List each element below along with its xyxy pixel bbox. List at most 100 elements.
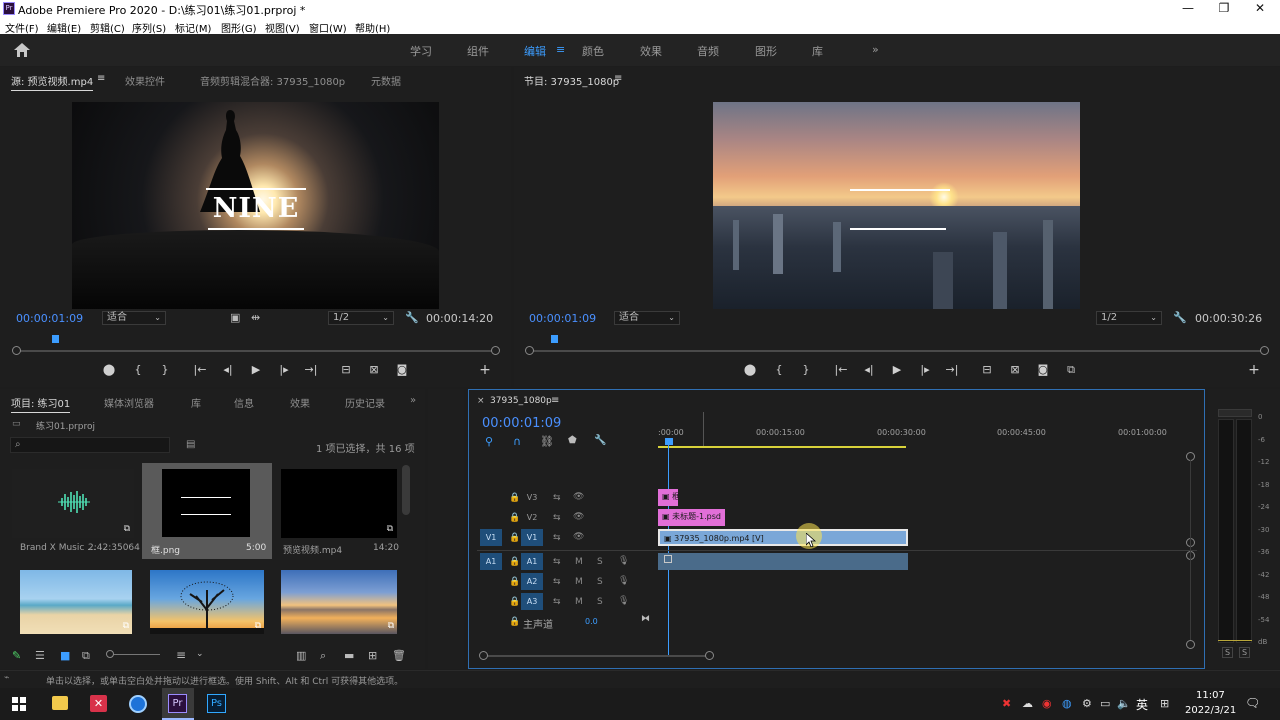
- tray-icon-app2[interactable]: ☁: [1022, 697, 1033, 710]
- icon-view-icon[interactable]: ■: [60, 649, 70, 662]
- sync-lock-icon[interactable]: ⇆: [553, 493, 561, 503]
- lock-icon[interactable]: 🔒: [509, 557, 520, 567]
- meter-solo-left[interactable]: S: [1222, 647, 1234, 658]
- lift-button[interactable]: ⊟: [979, 363, 995, 376]
- menu-view[interactable]: 视图(V): [265, 20, 300, 35]
- lock-icon[interactable]: 🔒: [509, 513, 520, 523]
- eye-icon[interactable]: 👁: [573, 512, 584, 522]
- premiere-app-icon[interactable]: Pr: [168, 694, 187, 713]
- project-item-preview-video[interactable]: ⧉: [281, 469, 397, 538]
- export-frame-button[interactable]: ◙: [1035, 363, 1051, 376]
- safe-margins-icon[interactable]: ▣: [230, 311, 240, 324]
- track-label-v3[interactable]: V3: [521, 489, 543, 506]
- wrench-icon[interactable]: 🔧: [1173, 311, 1187, 324]
- solo-button[interactable]: S: [597, 557, 603, 567]
- lock-icon[interactable]: 🔒: [509, 493, 520, 503]
- clip-37935-video[interactable]: ▣ 37935_1080p.mp4 [V]: [658, 529, 908, 546]
- sync-lock-icon[interactable]: ⇆: [553, 577, 561, 587]
- home-icon[interactable]: [14, 43, 30, 57]
- tab-effects[interactable]: 效果: [290, 395, 310, 410]
- solo-button[interactable]: S: [597, 577, 603, 587]
- comparison-view-button[interactable]: ⧉: [1063, 363, 1079, 377]
- clock-time[interactable]: 11:07: [1196, 690, 1225, 701]
- project-item-lake[interactable]: ⧉: [281, 570, 397, 634]
- program-scroll-end[interactable]: [1260, 346, 1269, 355]
- extract-button[interactable]: ⊠: [1007, 363, 1023, 376]
- insert-button[interactable]: ⊟: [338, 363, 354, 376]
- list-view-icon[interactable]: ☰: [35, 649, 45, 662]
- sync-lock-icon[interactable]: ⇆: [553, 513, 561, 523]
- source-scroll-start[interactable]: [12, 346, 21, 355]
- tab-info[interactable]: 信息: [234, 395, 254, 410]
- sync-lock-icon[interactable]: ⇆: [553, 597, 561, 607]
- microphone-icon[interactable]: 🎙: [618, 596, 629, 606]
- mute-button[interactable]: M: [575, 597, 583, 607]
- eye-icon[interactable]: 👁: [573, 492, 584, 502]
- add-marker-button[interactable]: ⬤: [742, 363, 758, 376]
- mark-in-button[interactable]: {: [771, 363, 787, 376]
- program-video-viewer[interactable]: [713, 102, 1080, 309]
- menu-graphics[interactable]: 图形(G): [221, 20, 257, 35]
- go-to-out-button[interactable]: →|: [303, 363, 319, 376]
- meter-solo-right[interactable]: S: [1239, 647, 1251, 658]
- add-marker-icon[interactable]: ⬟: [568, 435, 577, 446]
- notification-icon[interactable]: 🗨: [1245, 696, 1260, 710]
- lock-icon[interactable]: 🔒: [509, 533, 520, 543]
- find-icon[interactable]: ⌕: [320, 649, 326, 663]
- project-more-button[interactable]: »: [410, 395, 416, 406]
- tray-icon-app1[interactable]: ✖: [1002, 697, 1011, 710]
- zoom-slider-knob[interactable]: [106, 650, 114, 658]
- tab-program[interactable]: 节目: 37935_1080p: [524, 73, 619, 88]
- program-resolution-dropdown[interactable]: 1/2 ⌄: [1096, 311, 1162, 325]
- timeline-timecode[interactable]: 00:00:01:09: [482, 416, 561, 431]
- step-forward-button[interactable]: |▸: [276, 363, 292, 376]
- clip-frame-png[interactable]: ▣ 框: [658, 489, 678, 506]
- add-marker-button[interactable]: ⬤: [101, 363, 117, 376]
- source-panel-menu-icon[interactable]: ≡: [97, 73, 105, 86]
- workspace-menu-icon[interactable]: ≡: [556, 43, 565, 56]
- sync-lock-icon[interactable]: ⇆: [553, 533, 561, 543]
- new-bin-icon[interactable]: ▬: [344, 649, 354, 662]
- workspace-editing[interactable]: 编辑: [524, 43, 546, 59]
- time-ruler[interactable]: :00:00 00:00:15:00 00:00:30:00 00:00:45:…: [658, 428, 1188, 446]
- timeline-settings-icon[interactable]: 🔧: [594, 435, 606, 446]
- work-area-bar[interactable]: [658, 446, 906, 448]
- restore-button[interactable]: ❐: [1206, 0, 1242, 18]
- program-panel-menu-icon[interactable]: ≡: [614, 73, 622, 84]
- eye-icon[interactable]: 👁: [573, 532, 584, 542]
- browser-app-icon[interactable]: [129, 695, 147, 713]
- source-scroll-end[interactable]: [491, 346, 500, 355]
- chevron-down-icon[interactable]: ⌄: [196, 649, 204, 659]
- menu-sequence[interactable]: 序列(S): [132, 20, 166, 35]
- ime-indicator[interactable]: 英: [1136, 696, 1148, 713]
- xmind-app-icon[interactable]: ✕: [90, 695, 107, 712]
- mute-button[interactable]: M: [575, 577, 583, 587]
- timeline-hscroll-end[interactable]: [705, 651, 714, 660]
- mark-out-button[interactable]: }: [157, 363, 173, 376]
- menu-marker[interactable]: 标记(M): [175, 20, 211, 35]
- wrench-icon[interactable]: 🔧: [405, 311, 419, 324]
- program-add-button[interactable]: +: [1246, 362, 1262, 378]
- export-frame-button[interactable]: ◙: [394, 363, 410, 376]
- source-scrubber[interactable]: [16, 350, 495, 352]
- project-item-tree[interactable]: ⧉: [150, 570, 264, 634]
- step-back-button[interactable]: ◂|: [220, 363, 236, 376]
- pencil-icon[interactable]: ✎: [12, 649, 21, 662]
- program-fit-dropdown[interactable]: 适合 ⌄: [614, 311, 680, 325]
- mark-out-button[interactable]: }: [798, 363, 814, 376]
- tab-audio-clip-mixer[interactable]: 音频剪辑混合器: 37935_1080p: [200, 73, 345, 88]
- microphone-icon[interactable]: 🎙: [618, 576, 629, 586]
- tray-icon-record[interactable]: ◉: [1042, 697, 1052, 710]
- linked-selection-icon[interactable]: ⛓: [540, 435, 554, 448]
- go-to-in-button[interactable]: |←: [192, 363, 208, 376]
- source-fit-dropdown[interactable]: 适合 ⌄: [102, 311, 166, 325]
- new-bin-from-search-icon[interactable]: ▤: [186, 439, 195, 450]
- tab-metadata[interactable]: 元数据: [371, 73, 401, 88]
- photoshop-app-icon[interactable]: Ps: [207, 694, 226, 713]
- workspace-effects[interactable]: 效果: [640, 43, 662, 59]
- mark-in-button[interactable]: {: [130, 363, 146, 376]
- source-add-button[interactable]: +: [477, 362, 493, 378]
- program-scrubber[interactable]: [529, 350, 1264, 352]
- clip-37935-audio[interactable]: [658, 553, 908, 570]
- program-playhead[interactable]: [551, 335, 558, 343]
